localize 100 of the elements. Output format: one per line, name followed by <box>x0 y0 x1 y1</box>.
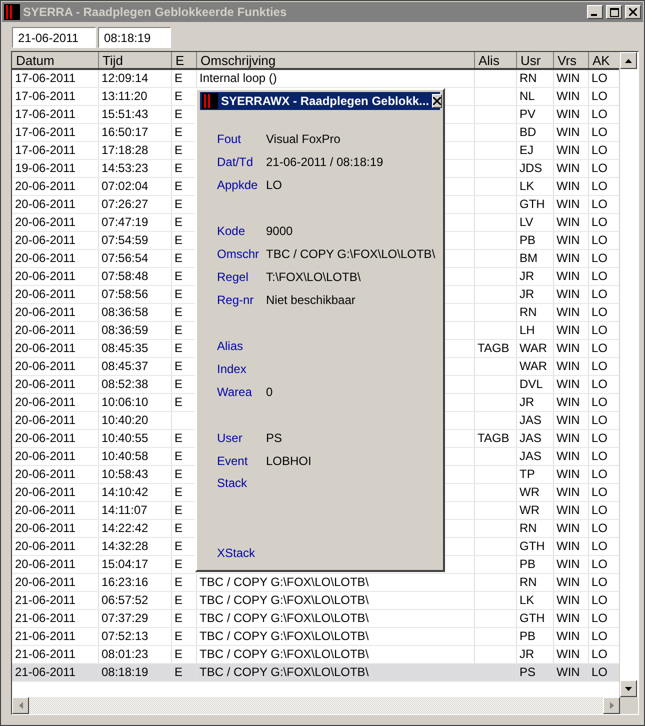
close-button[interactable] <box>625 5 641 19</box>
column-header[interactable]: Alis <box>474 52 516 69</box>
table-cell: JDS <box>520 161 542 175</box>
table-cell: WIN <box>556 467 580 481</box>
table-cell: LO <box>592 251 608 265</box>
table-cell: WIN <box>556 359 580 373</box>
column-header[interactable]: Tijd <box>98 52 171 69</box>
scroll-right-button[interactable] <box>603 697 620 714</box>
table-cell: WIN <box>556 593 580 607</box>
table-cell: E <box>174 629 183 643</box>
table-cell: WIN <box>556 341 580 355</box>
table-cell: 20-06-2011 <box>15 539 76 553</box>
column-header[interactable]: Usr <box>516 52 553 69</box>
table-cell: 10:58:43 <box>102 467 148 481</box>
column-header[interactable]: Omschrijving <box>196 52 474 69</box>
table-cell: 20-06-2011 <box>15 251 76 265</box>
table-cell: LO <box>592 125 608 139</box>
table-cell: WIN <box>556 521 580 535</box>
field-label: Warea <box>217 384 253 398</box>
field-label: Kode <box>217 224 246 238</box>
column-header[interactable]: Vrs <box>553 52 588 69</box>
table-cell: 14:32:28 <box>102 539 148 553</box>
table-cell: WIN <box>556 395 580 409</box>
table-cell: GTH <box>520 539 545 553</box>
table-cell: WIN <box>556 377 580 391</box>
app-icon <box>202 93 218 109</box>
table-cell: 10:40:20 <box>102 413 148 427</box>
column-header[interactable]: E <box>171 52 196 69</box>
table-cell: NL <box>520 89 535 103</box>
table-cell: LO <box>592 161 608 175</box>
table-cell: E <box>174 287 183 301</box>
table-cell: RN <box>520 575 537 589</box>
table-cell: E <box>174 251 183 265</box>
close-icon <box>629 8 637 16</box>
table-cell: LO <box>592 107 608 121</box>
table-cell: LO <box>592 503 608 517</box>
table-cell: E <box>174 89 183 103</box>
table-cell: 10:40:58 <box>102 449 148 463</box>
minimize-button[interactable] <box>587 5 603 19</box>
table-cell: BD <box>520 125 536 139</box>
table-cell: E <box>174 521 183 535</box>
scroll-down-button[interactable] <box>620 680 637 697</box>
time-field[interactable]: 08:18:19 <box>98 27 171 48</box>
table-cell: WIN <box>556 557 580 571</box>
table-cell: WIN <box>556 251 580 265</box>
table-cell: LO <box>592 179 608 193</box>
table-cell: RN <box>520 521 537 535</box>
field-value: PS <box>266 430 282 444</box>
table-cell: 08:52:38 <box>102 377 148 391</box>
field-value: LOBHOI <box>266 454 312 468</box>
table-cell: WAR <box>520 341 548 355</box>
table-cell: 19-06-2011 <box>15 161 76 175</box>
table-cell: E <box>174 575 183 589</box>
table-cell: Internal loop () <box>200 71 277 86</box>
table-cell: GTH <box>520 197 545 211</box>
table-cell: LO <box>592 413 608 427</box>
caret-up-icon <box>625 58 632 62</box>
table-cell: LO <box>592 71 608 86</box>
table-cell: 20-06-2011 <box>15 269 76 283</box>
table-cell: E <box>174 323 183 337</box>
table-cell: DVL <box>520 377 543 391</box>
scroll-up-button[interactable] <box>620 52 637 69</box>
table-cell: 20-06-2011 <box>15 359 76 373</box>
column-header[interactable]: Datum <box>12 52 98 69</box>
table-cell: WR <box>520 503 540 517</box>
scroll-left-button[interactable] <box>12 697 29 714</box>
table-cell: E <box>174 611 183 625</box>
selected-row[interactable]: 21-06-2011 08:18:19 E TBC / COPY G:\FOX\LO\LOTB\ PS WIN LO <box>12 663 619 681</box>
table-cell: WIN <box>556 431 580 445</box>
table-cell: 08:36:58 <box>102 305 148 319</box>
table-cell: LO <box>592 521 608 535</box>
caret-right-icon <box>610 702 614 709</box>
table-cell: 20-06-2011 <box>15 377 76 391</box>
table-cell: 20-06-2011 <box>15 467 76 481</box>
table-cell: LO <box>592 629 608 643</box>
table-cell: RN <box>520 71 537 86</box>
table-cell: TP <box>520 467 535 481</box>
table-cell: PB <box>520 233 536 247</box>
table-cell: LO <box>592 197 608 211</box>
column-header[interactable]: AK <box>588 52 619 69</box>
table-cell: 10:06:10 <box>102 395 148 409</box>
table-cell: E <box>174 71 183 86</box>
close-button[interactable] <box>432 94 442 108</box>
dialog-title: SYERRAWX - Raadplegen Geblokk... <box>221 94 430 108</box>
date-field[interactable]: 21-06-2011 <box>12 27 96 48</box>
table-cell: 21-06-2011 <box>15 611 76 625</box>
table-cell: WIN <box>556 611 580 625</box>
table-cell: LO <box>592 449 608 463</box>
maximize-button[interactable] <box>606 5 622 19</box>
table-cell: 20-06-2011 <box>15 323 76 337</box>
table-cell: E <box>174 395 183 409</box>
table-cell: 07:02:04 <box>102 179 148 193</box>
table-cell: 17-06-2011 <box>15 107 76 121</box>
table-cell: LO <box>592 359 608 373</box>
table-cell: 20-06-2011 <box>15 233 76 247</box>
field-label: Reg-nr <box>217 292 255 306</box>
table-cell: E <box>174 161 183 175</box>
field-label: Alias <box>217 338 244 352</box>
table-cell: LK <box>520 593 534 607</box>
field-value: 9000 <box>266 224 293 238</box>
